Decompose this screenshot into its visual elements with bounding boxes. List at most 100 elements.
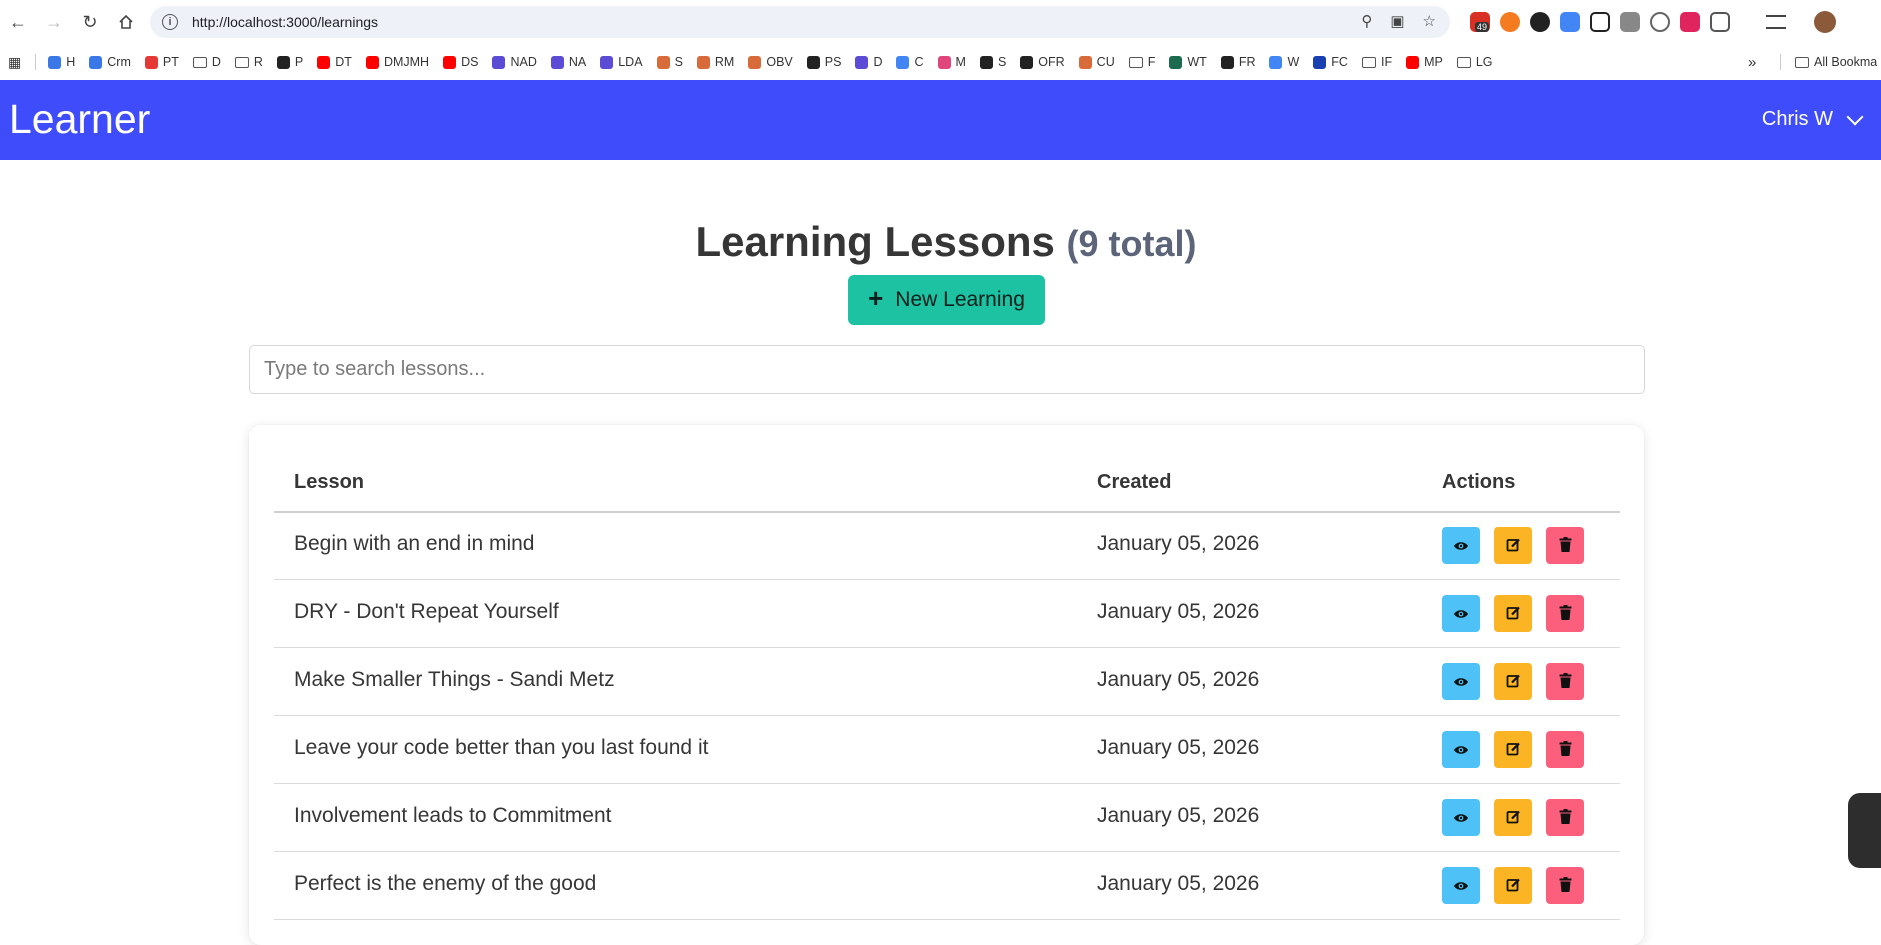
eye-icon	[1453, 602, 1469, 626]
bookmark-item[interactable]: NAD	[492, 55, 537, 69]
translate-ext-icon[interactable]	[1560, 12, 1580, 32]
bookmark-item[interactable]: FC	[1313, 55, 1348, 69]
edit-button[interactable]	[1494, 867, 1532, 904]
user-menu[interactable]: Chris W	[1762, 108, 1864, 131]
delete-button[interactable]	[1546, 527, 1584, 564]
bookmark-item[interactable]: P	[276, 55, 303, 69]
bookmark-item[interactable]: C	[896, 55, 924, 69]
dark-ext-icon[interactable]	[1530, 12, 1550, 32]
site-info-icon[interactable]: i	[162, 14, 178, 30]
lesson-title[interactable]: Involvement leads to Commitment	[294, 804, 611, 828]
view-button[interactable]	[1442, 731, 1480, 768]
back-icon[interactable]: ←	[0, 4, 36, 40]
bookmark-item[interactable]: S	[656, 55, 683, 69]
bookmark-label: PT	[162, 55, 179, 69]
bookmark-star-icon[interactable]: ☆	[1423, 12, 1436, 30]
bookmark-item[interactable]: PT	[144, 55, 179, 69]
forward-icon[interactable]: →	[36, 4, 72, 40]
delete-button[interactable]	[1546, 663, 1584, 700]
favicon-icon	[1020, 55, 1034, 69]
edit-button[interactable]	[1494, 731, 1532, 768]
favicon-icon	[748, 55, 762, 69]
lesson-title[interactable]: Begin with an end in mind	[294, 532, 535, 556]
bookmark-item[interactable]: WT	[1169, 55, 1207, 69]
bookmark-item[interactable]: D	[855, 55, 882, 69]
eye-icon	[1453, 534, 1469, 558]
bookmark-item[interactable]: LG	[1456, 55, 1493, 69]
bookmark-item[interactable]: NA	[550, 55, 586, 69]
all-bookmarks[interactable]: All Bookma	[1795, 55, 1877, 69]
delete-button[interactable]	[1546, 595, 1584, 632]
view-button[interactable]	[1442, 663, 1480, 700]
view-button[interactable]	[1442, 595, 1480, 632]
reload-icon[interactable]: ↻	[72, 4, 108, 40]
calendar-ext-icon[interactable]: 49	[1470, 12, 1490, 32]
bookmark-item[interactable]: CU	[1078, 55, 1115, 69]
bookmark-item[interactable]: DMJMH	[365, 55, 429, 69]
bookmark-label: MP	[1424, 55, 1443, 69]
profile-avatar[interactable]	[1814, 11, 1836, 33]
circle-ext-icon[interactable]	[1650, 12, 1670, 32]
favicon-icon	[317, 55, 331, 69]
zoom-icon[interactable]: ⚲	[1361, 12, 1372, 30]
bookmark-item[interactable]: OBV	[748, 55, 793, 69]
bookmark-item[interactable]: LDA	[600, 55, 643, 69]
notion-ext-icon[interactable]	[1590, 12, 1610, 32]
bookmark-item[interactable]: M	[937, 55, 966, 69]
bookmark-item[interactable]: S	[979, 55, 1007, 69]
red-ext-icon[interactable]	[1680, 12, 1700, 32]
install-app-icon[interactable]: ▣	[1390, 12, 1404, 30]
bookmark-item[interactable]: MP	[1406, 55, 1443, 69]
grey-ext-icon[interactable]	[1620, 12, 1640, 32]
table-header: Lesson Created Actions	[274, 450, 1620, 513]
favicon-icon	[1406, 55, 1420, 69]
bookmark-item[interactable]: W	[1269, 55, 1299, 69]
brand-logo[interactable]: Learner	[9, 96, 150, 143]
lesson-title[interactable]: Perfect is the enemy of the good	[294, 872, 596, 896]
orange-ext-icon[interactable]	[1500, 12, 1520, 32]
delete-button[interactable]	[1546, 867, 1584, 904]
search-input[interactable]	[249, 345, 1645, 394]
bookmark-item[interactable]: R	[234, 55, 263, 69]
more-bookmarks-icon[interactable]: »	[1748, 54, 1756, 71]
bookmark-item[interactable]: IF	[1361, 55, 1392, 69]
view-button[interactable]	[1442, 799, 1480, 836]
apps-grid-icon[interactable]: ▦	[8, 54, 21, 71]
folder-icon	[234, 56, 249, 68]
favicon-icon	[1220, 55, 1234, 69]
new-learning-button[interactable]: + New Learning	[848, 275, 1045, 325]
bookmark-item[interactable]: FR	[1220, 55, 1255, 69]
bookmark-item[interactable]: DS	[443, 55, 478, 69]
lesson-title[interactable]: Make Smaller Things - Sandi Metz	[294, 668, 615, 692]
floating-widget[interactable]	[1848, 793, 1881, 868]
address-bar[interactable]: i http://localhost:3000/learnings ⚲ ▣ ☆	[150, 6, 1450, 38]
view-button[interactable]	[1442, 527, 1480, 564]
reading-list-icon[interactable]	[1766, 15, 1786, 29]
view-button[interactable]	[1442, 867, 1480, 904]
bookmark-item[interactable]: PS	[806, 55, 841, 69]
row-actions	[1442, 663, 1584, 700]
edit-button[interactable]	[1494, 663, 1532, 700]
edit-button[interactable]	[1494, 595, 1532, 632]
delete-button[interactable]	[1546, 799, 1584, 836]
url-text[interactable]: http://localhost:3000/learnings	[192, 14, 378, 30]
lesson-title[interactable]: DRY - Don't Repeat Yourself	[294, 600, 559, 624]
edit-button[interactable]	[1494, 527, 1532, 564]
delete-button[interactable]	[1546, 731, 1584, 768]
bookmark-item[interactable]: OFR	[1020, 55, 1065, 69]
bookmark-item[interactable]: DT	[317, 55, 352, 69]
bookmark-item[interactable]: F	[1128, 55, 1155, 69]
edit-button[interactable]	[1494, 799, 1532, 836]
bookmark-item[interactable]: Crm	[89, 55, 131, 69]
bookmark-label: S	[674, 55, 683, 69]
actions-column-header: Actions	[1442, 471, 1516, 493]
bookmark-item[interactable]: RM	[696, 55, 734, 69]
bookmark-label: S	[997, 55, 1007, 69]
bookmark-label: D	[873, 55, 883, 69]
home-icon[interactable]	[108, 4, 144, 40]
bookmark-item[interactable]: D	[192, 55, 221, 69]
bookmark-label: OBV	[766, 55, 793, 69]
lesson-title[interactable]: Leave your code better than you last fou…	[294, 736, 708, 760]
puzzle-icon[interactable]	[1710, 12, 1730, 32]
bookmark-item[interactable]: H	[48, 55, 75, 69]
